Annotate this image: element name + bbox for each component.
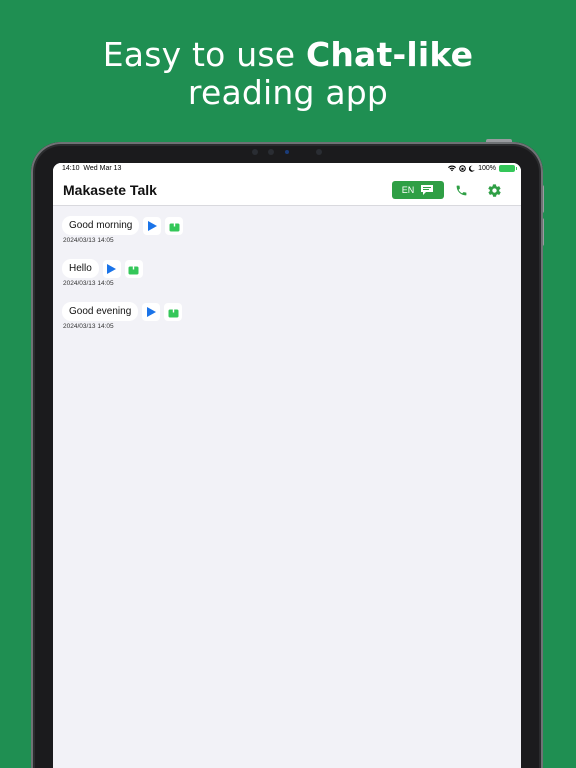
status-bar: 14:10 Wed Mar 13 100% (53, 163, 521, 176)
wifi-icon (448, 165, 457, 172)
play-button[interactable] (142, 302, 161, 321)
share-button[interactable] (165, 216, 184, 235)
status-right: 100% (448, 165, 517, 172)
battery-percent: 100% (478, 165, 496, 172)
language-button[interactable]: EN (392, 181, 444, 199)
message-timestamp: 2024/03/13 14:05 (63, 237, 114, 244)
play-icon (146, 306, 156, 317)
moon-icon (469, 165, 475, 172)
status-time: 14:10 (62, 165, 80, 172)
message-timestamp: 2024/03/13 14:05 (63, 280, 114, 287)
battery-icon (499, 165, 517, 172)
share-icon (168, 305, 179, 317)
message-bubble: Good evening (62, 302, 139, 321)
play-button[interactable] (143, 216, 162, 235)
message-row: Hello (62, 259, 143, 278)
play-icon (147, 220, 157, 231)
message-bubble: Good morning (62, 216, 140, 235)
phone-icon (456, 185, 466, 195)
message-timestamp: 2024/03/13 14:05 (63, 323, 114, 330)
share-icon (169, 219, 180, 231)
app-screen: 14:10 Wed Mar 13 100% Makasete Talk EN G… (53, 163, 521, 768)
gear-icon (487, 183, 501, 197)
sensor-dot (316, 149, 322, 155)
share-icon (128, 262, 139, 274)
camera-bar (246, 148, 330, 156)
share-button[interactable] (124, 259, 143, 278)
language-label: EN (401, 185, 415, 195)
phone-button[interactable] (453, 182, 469, 198)
play-icon (107, 263, 117, 274)
nav-bar: Makasete Talk EN (53, 176, 521, 206)
share-button[interactable] (164, 302, 183, 321)
status-time-date: 14:10 Wed Mar 13 (62, 165, 121, 172)
status-date: Wed Mar 13 (83, 165, 122, 172)
message-row: Good evening (62, 302, 183, 321)
message-item: Good morning 2024/03/13 14:05 (62, 216, 184, 244)
camera-lens-icon (285, 150, 289, 154)
promo-headline: Easy to use Chat-like reading app (0, 36, 576, 112)
sensor-dot (268, 149, 274, 155)
promo-line-1: Easy to use Chat-like (0, 36, 576, 74)
app-title: Makasete Talk (63, 182, 157, 198)
rotation-lock-icon (459, 165, 466, 172)
sensor-dot (252, 149, 258, 155)
settings-button[interactable] (486, 182, 502, 198)
promo-line-1-prefix: Easy to use (102, 35, 306, 74)
chat-bubble-icon (421, 185, 434, 195)
message-bubble: Hello (62, 259, 99, 278)
promo-line-1-bold: Chat-like (305, 35, 474, 74)
message-item: Good evening 2024/03/13 14:05 (62, 302, 183, 330)
play-button[interactable] (102, 259, 121, 278)
message-item: Hello 2024/03/13 14:05 (62, 259, 143, 287)
promo-line-2: reading app (187, 73, 389, 112)
message-row: Good morning (62, 216, 184, 235)
